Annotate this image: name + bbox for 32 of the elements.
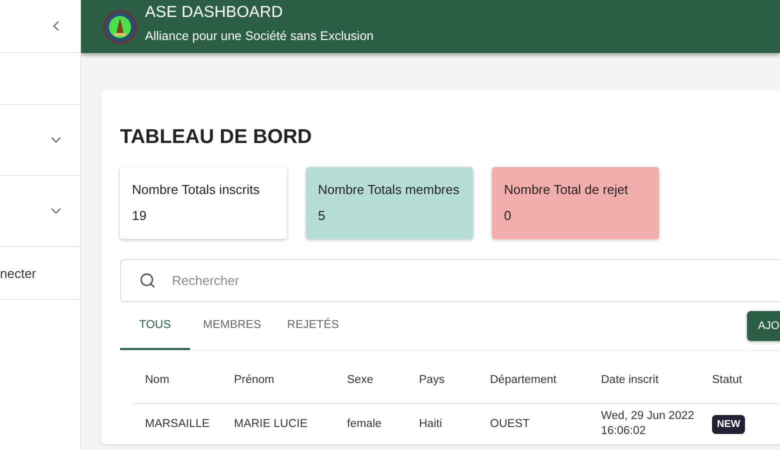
tab[interactable]: TOUS <box>120 302 190 350</box>
stat-label: Nombre Total de rejet <box>504 182 630 197</box>
search-icon <box>139 272 156 289</box>
tab[interactable]: REJETÉS <box>274 302 352 350</box>
table-cell-text: OUEST <box>490 418 531 430</box>
column-header: Statut <box>712 374 744 386</box>
column-header: Date inscrit <box>601 374 660 386</box>
column-header: Prénom <box>234 374 276 386</box>
sidebar-item[interactable]: necter <box>0 247 80 300</box>
status-badge: NEW <box>712 414 746 434</box>
table-cell-text: MARIE LUCIE <box>234 418 308 430</box>
stat-value: 0 <box>504 208 512 223</box>
table-cell-text: MARSAILLE <box>145 418 211 430</box>
table-cell-text: Haiti <box>419 418 444 430</box>
column-header: Département <box>490 374 558 386</box>
stat-value: 19 <box>132 208 148 223</box>
add-button[interactable]: AJO <box>747 311 780 341</box>
app-title: ASE DASHBOARD <box>145 4 284 22</box>
search-field[interactable]: Rechercher <box>120 259 780 302</box>
column-header: Nom <box>145 374 170 386</box>
column-header: Pays <box>419 374 446 386</box>
table-cell-text: female <box>347 418 383 430</box>
table-cell-text: Wed, 29 Jun 2022 16:06:02 <box>601 409 696 439</box>
page-title: TABLEAU DE BORD <box>120 126 313 149</box>
tab[interactable]: MEMBRES <box>190 302 274 350</box>
column-header: Sexe <box>347 374 374 386</box>
app-subtitle: Alliance pour une Société sans Exclusion <box>145 29 374 43</box>
stat-label: Nombre Totals membres <box>318 182 460 197</box>
logo-icon <box>103 10 137 44</box>
stat-label: Nombre Totals inscrits <box>132 182 261 197</box>
sidebar-label: necter <box>0 266 36 280</box>
stat-value: 5 <box>318 208 326 223</box>
